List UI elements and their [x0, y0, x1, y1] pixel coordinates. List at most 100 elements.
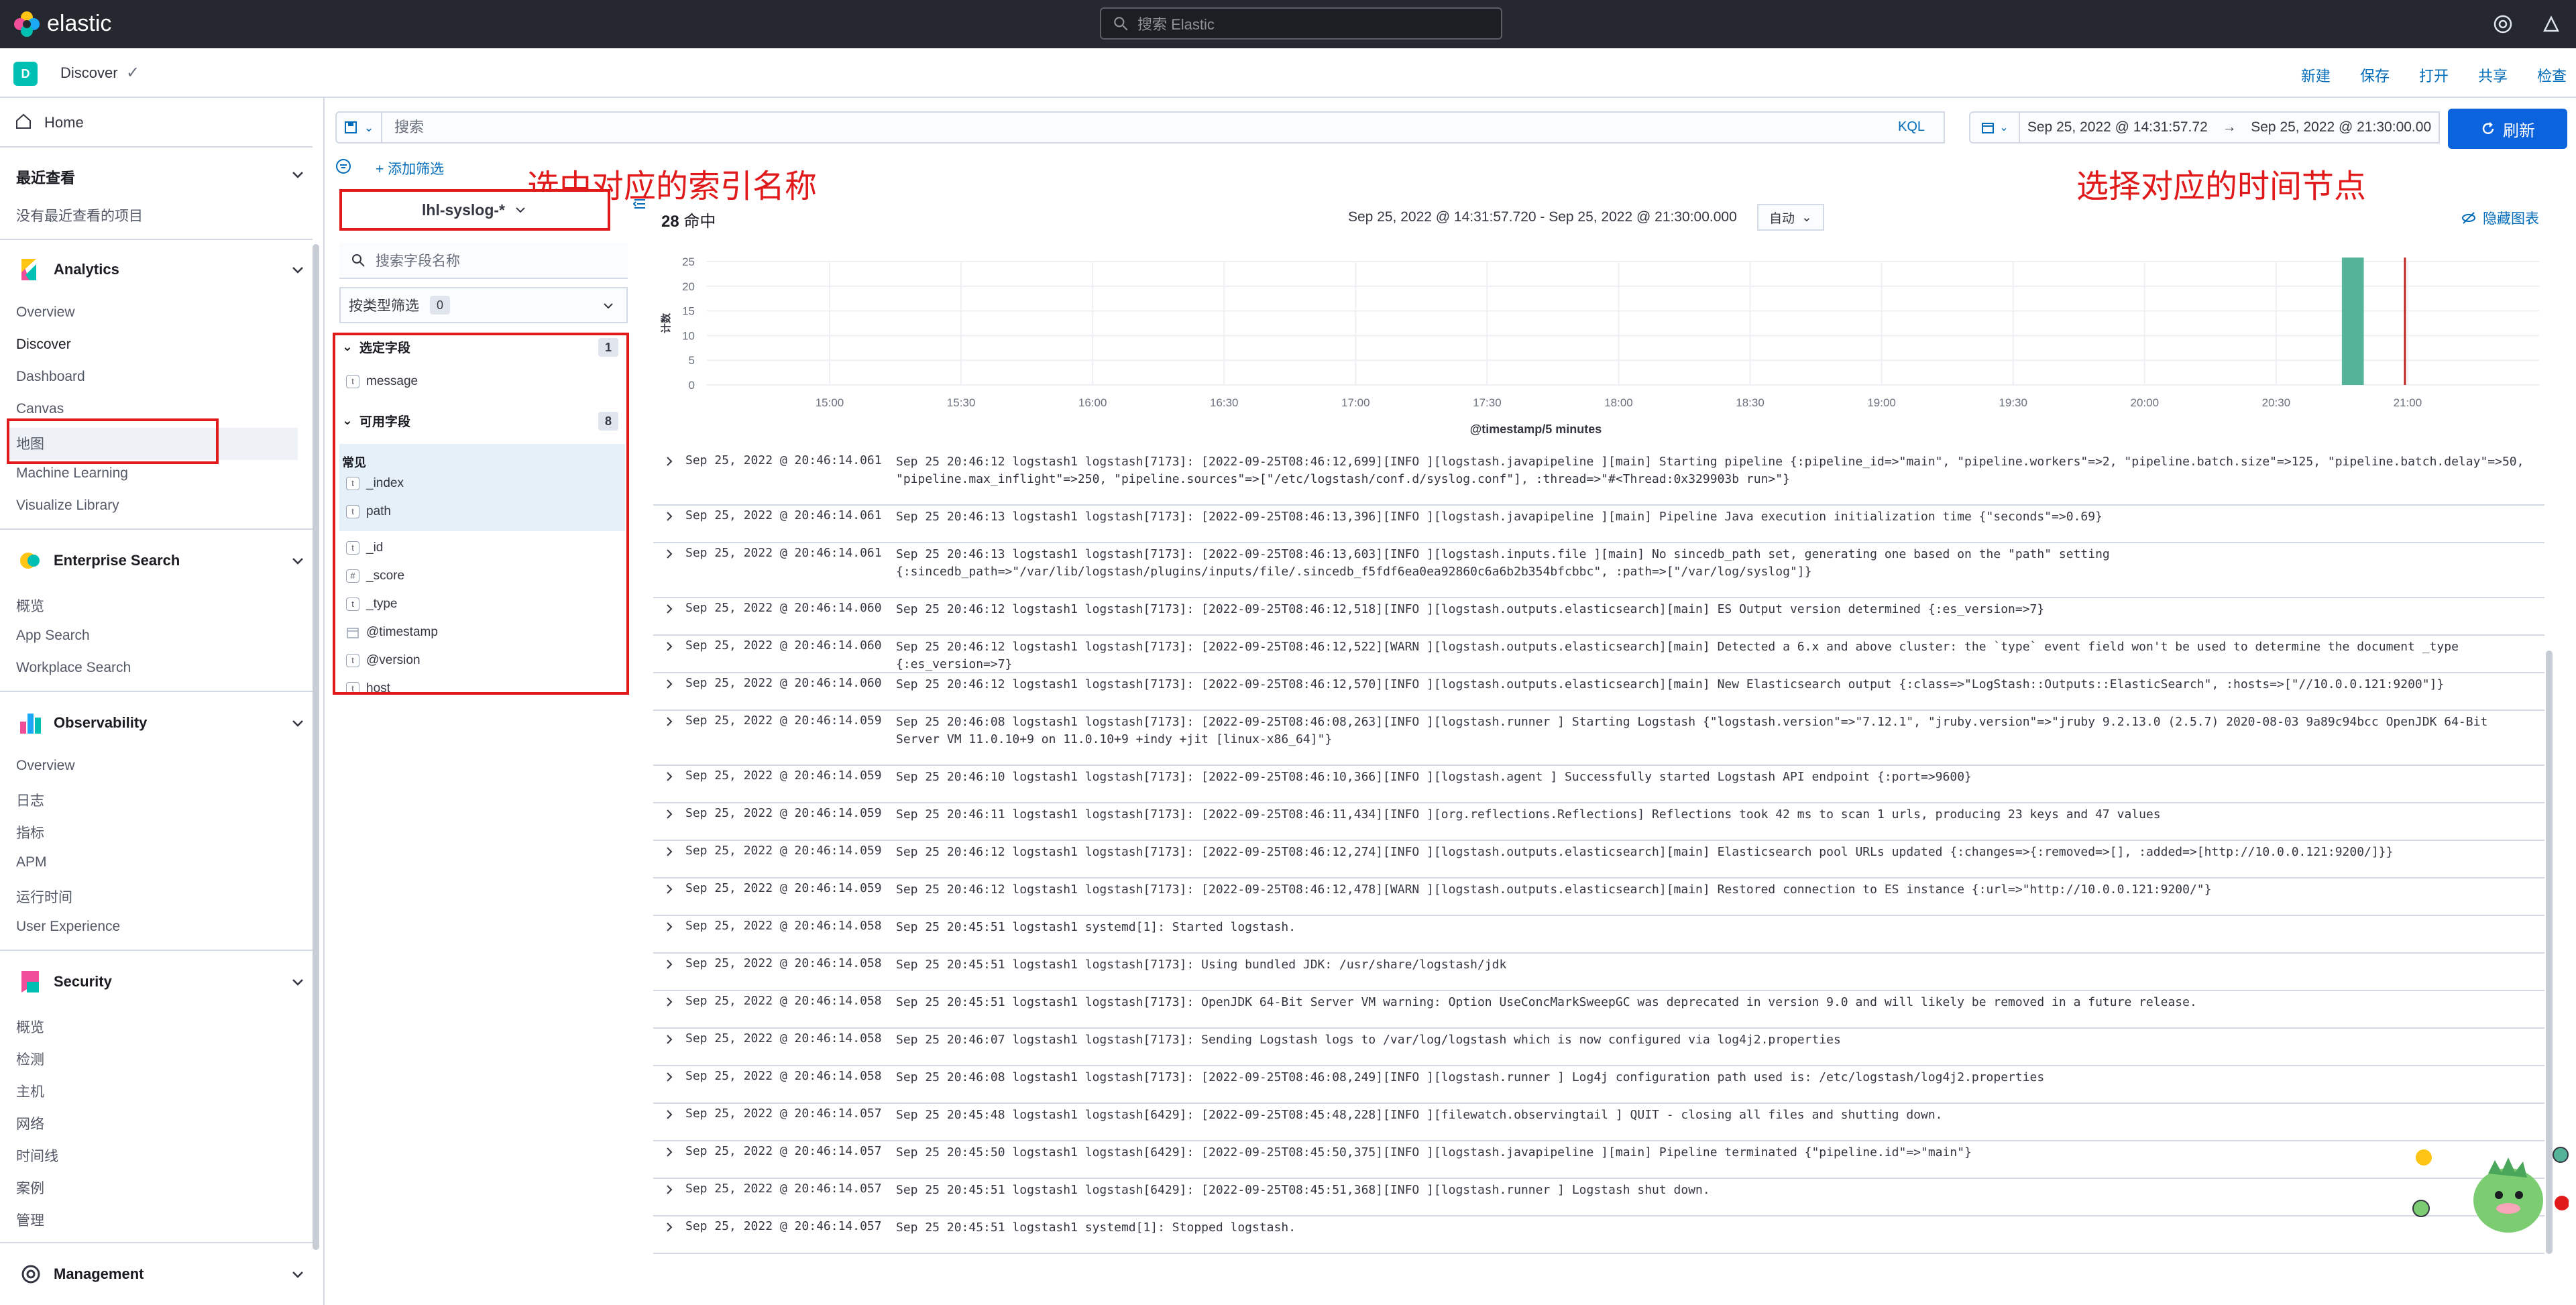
filter-menu-icon[interactable] — [334, 157, 353, 176]
table-row[interactable]: Sep 25, 2022 @ 20:46:14.057 Sep 25 20:45:… — [653, 1104, 2544, 1141]
group-enterprise-search[interactable]: Enterprise Search — [16, 546, 180, 575]
table-row[interactable]: Sep 25, 2022 @ 20:46:14.059 Sep 25 20:46:… — [653, 841, 2544, 878]
group-observability[interactable]: Observability — [16, 708, 147, 738]
table-row[interactable]: Sep 25, 2022 @ 20:46:14.059 Sep 25 20:46:… — [653, 803, 2544, 841]
elastic-logo-icon[interactable] — [12, 9, 42, 39]
field-type-filter[interactable]: 按类型筛选 0 — [339, 287, 628, 323]
sidebar-item-metrics[interactable]: 指标 — [16, 822, 44, 842]
newsfeed-icon[interactable] — [2539, 12, 2563, 36]
chevron-right-icon[interactable] — [663, 602, 676, 616]
chevron-right-icon[interactable] — [663, 510, 676, 523]
sidebar-item-timelines[interactable]: 时间线 — [16, 1145, 58, 1166]
chevron-right-icon[interactable] — [663, 1183, 676, 1196]
sidebar-item-workplace-search[interactable]: Workplace Search — [16, 660, 131, 676]
chevron-down-icon[interactable] — [290, 262, 306, 278]
chevron-right-icon[interactable] — [663, 455, 676, 468]
field-item-timestamp[interactable]: @timestamp — [346, 625, 438, 640]
available-fields-header[interactable]: ⌄ 可用字段 8 — [342, 411, 624, 431]
recent-section-title[interactable]: 最近查看 — [16, 166, 75, 188]
new-button[interactable]: 新建 — [2301, 64, 2331, 86]
field-search-input[interactable]: 搜索字段名称 — [339, 243, 628, 279]
chevron-down-icon[interactable] — [290, 715, 306, 731]
field-item-type[interactable]: t _type — [346, 597, 397, 612]
sidebar-item-apm[interactable]: APM — [16, 854, 47, 870]
refresh-button[interactable]: 刷新 — [2448, 109, 2567, 149]
chevron-right-icon[interactable] — [663, 883, 676, 896]
share-button[interactable]: 共享 — [2478, 64, 2508, 86]
inspect-button[interactable]: 检查 — [2537, 64, 2567, 86]
chevron-down-icon[interactable] — [290, 1266, 306, 1282]
sidebar-scrollbar[interactable] — [313, 244, 319, 1250]
field-item-id[interactable]: t _id — [346, 541, 383, 555]
interval-select[interactable]: 自动 ⌄ — [1757, 204, 1824, 231]
table-row[interactable]: Sep 25, 2022 @ 20:46:14.061 Sep 25 20:46:… — [653, 543, 2544, 598]
field-item-host[interactable]: t host — [346, 681, 390, 692]
sidebar-item-discover[interactable]: Discover — [16, 337, 71, 353]
chevron-right-icon[interactable] — [663, 1145, 676, 1159]
chevron-right-icon[interactable] — [663, 920, 676, 933]
chevron-right-icon[interactable] — [663, 1108, 676, 1121]
chevron-right-icon[interactable] — [663, 995, 676, 1009]
sidebar-item-network[interactable]: 网络 — [16, 1113, 44, 1133]
table-row[interactable]: Sep 25, 2022 @ 20:46:14.058 Sep 25 20:45:… — [653, 954, 2544, 991]
date-range-picker[interactable]: Sep 25, 2022 @ 14:31:57.72 → Sep 25, 202… — [2020, 111, 2440, 144]
table-row[interactable]: Sep 25, 2022 @ 20:46:14.058 Sep 25 20:45:… — [653, 916, 2544, 954]
table-row[interactable]: Sep 25, 2022 @ 20:46:14.057 Sep 25 20:45:… — [653, 1216, 2544, 1254]
sidebar-item-cases[interactable]: 案例 — [16, 1178, 44, 1198]
chevron-right-icon[interactable] — [663, 845, 676, 858]
sidebar-item-sec-overview[interactable]: 概览 — [16, 1017, 44, 1037]
field-item-version[interactable]: t @version — [346, 653, 421, 668]
sidebar-item-user-experience[interactable]: User Experience — [16, 919, 120, 935]
save-button[interactable]: 保存 — [2360, 64, 2390, 86]
sidebar-item-es-overview[interactable]: 概览 — [16, 595, 44, 616]
sidebar-item-administration[interactable]: 管理 — [16, 1210, 44, 1230]
chevron-down-icon[interactable] — [290, 974, 306, 990]
table-row[interactable]: Sep 25, 2022 @ 20:46:14.059 Sep 25 20:46:… — [653, 766, 2544, 803]
sidebar-item-canvas[interactable]: Canvas — [16, 401, 64, 417]
table-row[interactable]: Sep 25, 2022 @ 20:46:14.059 Sep 25 20:46:… — [653, 711, 2544, 766]
sidebar-item-logs[interactable]: 日志 — [16, 790, 44, 810]
chevron-right-icon[interactable] — [663, 770, 676, 783]
table-row[interactable]: Sep 25, 2022 @ 20:46:14.058 Sep 25 20:46:… — [653, 1029, 2544, 1066]
chevron-right-icon[interactable] — [663, 1033, 676, 1046]
table-row[interactable]: Sep 25, 2022 @ 20:46:14.060 Sep 25 20:46:… — [653, 673, 2544, 711]
sidebar-item-dashboard[interactable]: Dashboard — [16, 369, 85, 385]
field-item-score[interactable]: # _score — [346, 569, 404, 583]
field-item-path[interactable]: t path — [346, 504, 391, 519]
group-management[interactable]: Management — [16, 1259, 144, 1289]
sidebar-item-hosts[interactable]: 主机 — [16, 1081, 44, 1101]
add-filter-link[interactable]: + 添加筛选 — [376, 158, 444, 178]
sidebar-item-uptime[interactable]: 运行时间 — [16, 887, 72, 907]
table-row[interactable]: Sep 25, 2022 @ 20:46:14.060 Sep 25 20:46:… — [653, 636, 2544, 673]
field-item-index[interactable]: t _index — [346, 476, 404, 491]
sidebar-item-analytics-overview[interactable]: Overview — [16, 304, 75, 321]
date-quick-menu-button[interactable]: ⌄ — [1969, 111, 2020, 144]
table-row[interactable]: Sep 25, 2022 @ 20:46:14.061 Sep 25 20:46:… — [653, 451, 2544, 506]
selected-fields-header[interactable]: ⌄ 选定字段 1 — [342, 337, 624, 357]
index-pattern-selector[interactable]: lhl-syslog-* — [339, 189, 610, 231]
date-end[interactable]: Sep 25, 2022 @ 21:30:00.00 — [2251, 119, 2431, 135]
table-row[interactable]: Sep 25, 2022 @ 20:46:14.058 Sep 25 20:45:… — [653, 991, 2544, 1029]
field-item-message[interactable]: t message — [346, 374, 418, 389]
sidebar-item-home[interactable]: Home — [44, 114, 84, 131]
sidebar-item-obs-overview[interactable]: Overview — [16, 758, 75, 774]
query-input[interactable]: 搜索 — [382, 111, 1945, 144]
help-icon[interactable] — [2491, 12, 2515, 36]
chevron-right-icon[interactable] — [663, 547, 676, 561]
collapse-sidebar-icon[interactable] — [630, 194, 649, 213]
table-row[interactable]: Sep 25, 2022 @ 20:46:14.057 Sep 25 20:45:… — [653, 1179, 2544, 1216]
table-row[interactable]: Sep 25, 2022 @ 20:46:14.058 Sep 25 20:46:… — [653, 1066, 2544, 1104]
chevron-right-icon[interactable] — [663, 677, 676, 691]
hide-chart-button[interactable]: 隐藏图表 — [2461, 208, 2539, 228]
chevron-right-icon[interactable] — [663, 1070, 676, 1084]
app-badge[interactable]: D — [13, 62, 38, 86]
group-analytics[interactable]: Analytics — [16, 255, 119, 284]
chevron-down-icon[interactable] — [290, 553, 306, 569]
open-button[interactable]: 打开 — [2419, 64, 2449, 86]
chevron-right-icon[interactable] — [663, 715, 676, 728]
table-row[interactable]: Sep 25, 2022 @ 20:46:14.061 Sep 25 20:46:… — [653, 506, 2544, 543]
table-row[interactable]: Sep 25, 2022 @ 20:46:14.060 Sep 25 20:46:… — [653, 598, 2544, 636]
chevron-right-icon[interactable] — [663, 1221, 676, 1234]
query-language-toggle[interactable]: KQL — [1898, 119, 1925, 135]
chevron-right-icon[interactable] — [663, 640, 676, 653]
